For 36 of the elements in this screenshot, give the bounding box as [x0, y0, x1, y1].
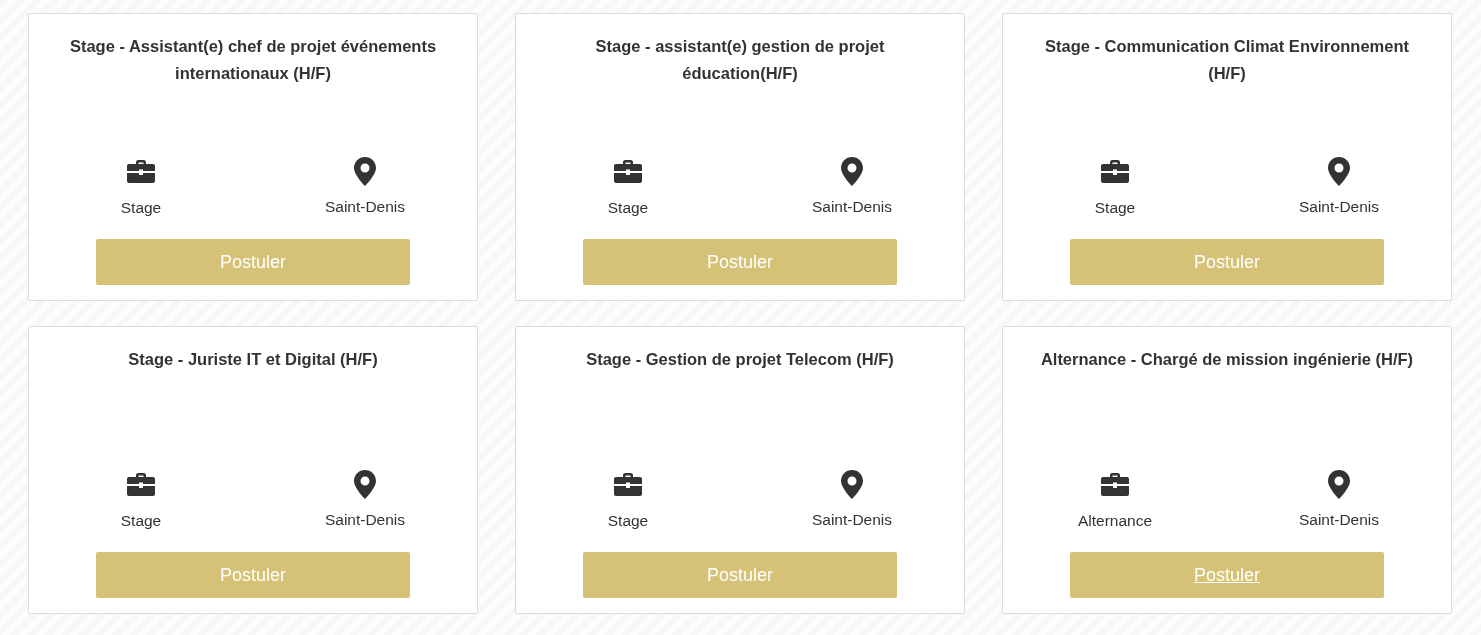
job-title: Stage - Juriste IT et Digital (H/F) — [127, 349, 379, 370]
briefcase-icon — [127, 473, 155, 496]
briefcase-icon — [614, 473, 642, 496]
apply-button[interactable]: Postuler — [96, 239, 410, 285]
location-text: Saint-Denis — [1298, 510, 1380, 530]
apply-button[interactable]: Postuler — [583, 552, 897, 598]
contract-type-text: Stage — [120, 511, 162, 531]
contract-type-text: Alternance — [1077, 511, 1153, 531]
location-text: Saint-Denis — [324, 510, 406, 530]
location-text: Saint-Denis — [811, 197, 893, 217]
briefcase-icon — [1101, 160, 1129, 183]
map-pin-icon — [1328, 470, 1350, 499]
apply-button[interactable]: Postuler — [1070, 552, 1384, 598]
briefcase-icon — [614, 160, 642, 183]
location-text: Saint-Denis — [324, 197, 406, 217]
contract-type-text: Stage — [607, 511, 649, 531]
job-title: Stage - Assistant(e) chef de projet événements internationaux (H/F) — [68, 36, 438, 84]
briefcase-icon — [1101, 473, 1129, 496]
map-pin-icon — [1328, 157, 1350, 186]
map-pin-icon — [841, 157, 863, 186]
location-text: Saint-Denis — [1298, 197, 1380, 217]
contract-type-text: Stage — [120, 198, 162, 218]
contract-type-text: Stage — [1094, 198, 1136, 218]
job-title: Stage - Communication Climat Environnement (H/F) — [1044, 36, 1410, 84]
map-pin-icon — [354, 157, 376, 186]
job-title: Stage - Gestion de projet Telecom (H/F) — [585, 349, 895, 370]
map-pin-icon — [841, 470, 863, 499]
contract-type-text: Stage — [607, 198, 649, 218]
briefcase-icon — [127, 160, 155, 183]
apply-button[interactable]: Postuler — [1070, 239, 1384, 285]
job-title: Alternance - Chargé de mission ingénierie (H/F) — [1039, 349, 1415, 370]
location-text: Saint-Denis — [811, 510, 893, 530]
apply-button[interactable]: Postuler — [583, 239, 897, 285]
job-title: Stage - assistant(e) gestion de projet éducation(H/F) — [594, 36, 886, 84]
map-pin-icon — [354, 470, 376, 499]
apply-button[interactable]: Postuler — [96, 552, 410, 598]
